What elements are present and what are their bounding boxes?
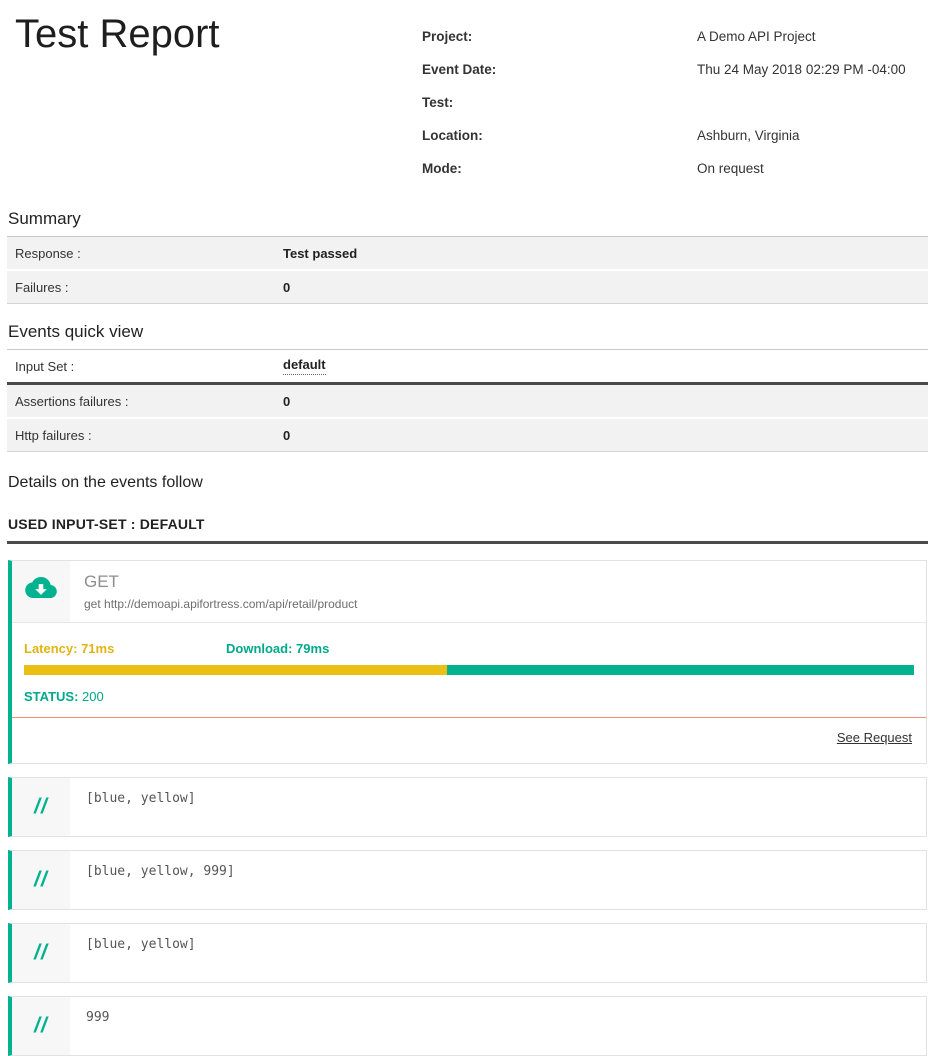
meta-row-test: Test: (422, 86, 920, 119)
report-header: Test Report Project: A Demo API Project … (7, 0, 928, 191)
table-row-failures: Failures : 0 (7, 271, 928, 303)
see-request-link[interactable]: See Request (837, 730, 912, 745)
comment-card: // 999 (8, 996, 927, 1056)
comment-card: // [blue, yellow] (8, 923, 927, 983)
performance-section: Latency: 71msDownload: 79ms (12, 623, 926, 675)
row-value: 0 (283, 428, 928, 443)
status-code: 200 (82, 689, 104, 704)
event-card-get: GET get http://demoapi.apifortress.com/a… (8, 560, 927, 764)
download-metric: Download: 79ms (226, 641, 329, 656)
timing-bar (24, 665, 914, 675)
table-row-http-failures: Http failures : 0 (7, 419, 928, 451)
meta-label: Location: (422, 128, 697, 143)
comment-slashes-icon: // (12, 997, 70, 1055)
quick-view-table: Input Set : default Assertions failures … (7, 350, 928, 452)
request-summary-row: GET get http://demoapi.apifortress.com/a… (12, 561, 926, 623)
meta-label: Project: (422, 29, 697, 44)
comment-text: [blue, yellow] (70, 778, 926, 836)
comment-text: [blue, yellow, 999] (70, 851, 926, 909)
row-value: 0 (283, 280, 928, 295)
row-label: Assertions failures : (15, 394, 283, 409)
cloud-download-icon (25, 577, 57, 607)
report-page: Test Report Project: A Demo API Project … (0, 0, 935, 1056)
comment-text: [blue, yellow] (70, 924, 926, 982)
performance-labels: Latency: 71msDownload: 79ms (24, 641, 914, 656)
comment-slashes-icon: // (12, 924, 70, 982)
row-label: Failures : (15, 280, 283, 295)
request-icon-cell (12, 561, 70, 622)
report-meta: Project: A Demo API Project Event Date: … (422, 12, 920, 185)
status-row: STATUS: 200 (12, 675, 926, 717)
meta-value: On request (697, 161, 920, 176)
see-request-row: See Request (12, 718, 926, 763)
comment-card: // [blue, yellow, 999] (8, 850, 927, 910)
meta-value: Ashburn, Virginia (697, 128, 920, 143)
request-info: GET get http://demoapi.apifortress.com/a… (70, 561, 371, 622)
request-url: get http://demoapi.apifortress.com/api/r… (84, 597, 357, 611)
timing-bar-latency-segment (24, 665, 447, 675)
comment-slashes-icon: // (12, 851, 70, 909)
meta-value: Thu 24 May 2018 02:29 PM -04:00 (697, 62, 920, 77)
meta-row-event-date: Event Date: Thu 24 May 2018 02:29 PM -04… (422, 53, 920, 86)
table-row-response: Response : Test passed (7, 237, 928, 271)
meta-value: A Demo API Project (697, 29, 920, 44)
input-set-link[interactable]: default (283, 357, 326, 374)
row-value: 0 (283, 394, 928, 409)
row-label: Http failures : (15, 428, 283, 443)
meta-label: Mode: (422, 161, 697, 176)
row-label: Response : (15, 246, 283, 261)
meta-label: Event Date: (422, 62, 697, 77)
meta-row-mode: Mode: On request (422, 152, 920, 185)
table-row-assertion-failures: Assertions failures : 0 (7, 385, 928, 419)
summary-heading: Summary (7, 209, 928, 237)
summary-table: Response : Test passed Failures : 0 (7, 237, 928, 304)
status-label: STATUS: (24, 689, 82, 704)
meta-row-project: Project: A Demo API Project (422, 20, 920, 53)
latency-metric: Latency: 71ms (24, 641, 226, 656)
row-label: Input Set : (15, 359, 283, 374)
table-row-input-set: Input Set : default (7, 350, 928, 385)
request-method: GET (84, 572, 357, 592)
comment-text: 999 (70, 997, 926, 1055)
details-heading: Details on the events follow (7, 474, 928, 492)
used-input-set-heading: USED INPUT-SET : DEFAULT (7, 516, 928, 544)
page-title: Test Report (15, 12, 422, 185)
meta-label: Test: (422, 95, 697, 110)
comment-slashes-icon: // (12, 778, 70, 836)
quick-view-heading: Events quick view (7, 322, 928, 350)
comment-card: // [blue, yellow] (8, 777, 927, 837)
row-value: Test passed (283, 246, 928, 261)
meta-row-location: Location: Ashburn, Virginia (422, 119, 920, 152)
